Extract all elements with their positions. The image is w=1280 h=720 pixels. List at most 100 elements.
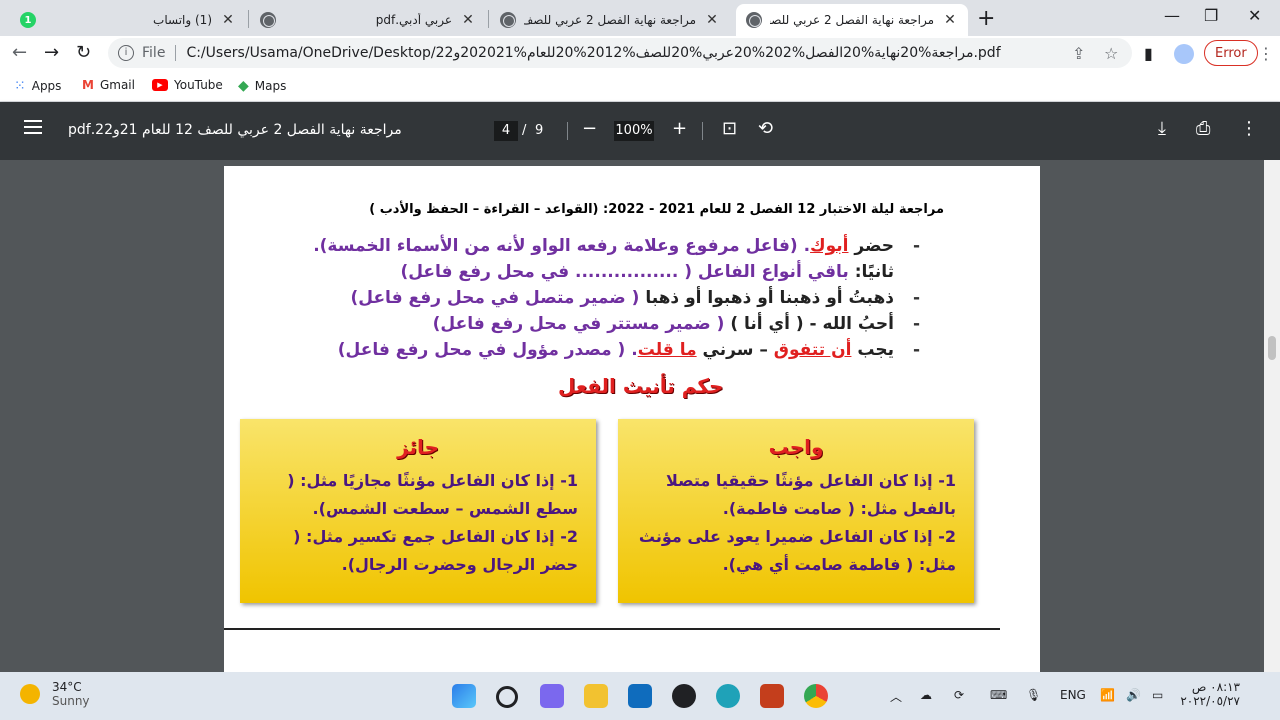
dell-icon[interactable] [672, 684, 696, 708]
weather-temp: 34°C [52, 680, 82, 694]
wifi-icon[interactable]: 📶 [1100, 688, 1115, 702]
taskbar: 34°C Sunny ︿ ☁ ⟳ ⌨ 🎙 ENG 📶 🔊 ▭ ٠٨:١٣ ص ٢… [0, 672, 1280, 720]
close-icon[interactable]: ✕ [704, 12, 720, 28]
clock[interactable]: ٠٨:١٣ ص ٢٠٢٢/٠٥/٢٧ [1180, 680, 1240, 708]
clock-time: ٠٨:١٣ ص [1191, 680, 1240, 694]
chevron-up-icon[interactable]: ︿ [890, 688, 902, 705]
url-text[interactable]: C:/Users/Usama/OneDrive/Desktop/مراجعة%2… [186, 45, 1000, 61]
page-total: 9 [535, 123, 544, 138]
tab-title: مراجعة نهاية الفصل 2 عربي للصف [770, 13, 934, 27]
scheme-label: File [142, 45, 166, 61]
box-item: 2- إذا كان الفاعل جمع تكسير مثل: ( حضر ا… [293, 527, 578, 574]
battery-icon[interactable]: ▭ [1152, 688, 1163, 702]
box-optional: جائز 1- إذا كان الفاعل مؤنثًا مجازيًا مث… [240, 419, 596, 603]
box-item: 1- إذا كان الفاعل مؤنثًا مجازيًا مثل: ( … [287, 471, 578, 518]
doc-line-3: - ذهبتُ أو ذهبنا أو ذهبوا أو ذهبا ( ضمير… [350, 288, 921, 308]
more-options-icon[interactable]: ⋮ [1240, 118, 1258, 139]
gmail-icon: M [82, 78, 94, 92]
file-explorer-icon[interactable] [584, 684, 608, 708]
tab-separator [488, 10, 489, 28]
close-icon[interactable]: ✕ [220, 12, 236, 28]
page-number-input[interactable]: 4 [494, 121, 518, 141]
sun-icon [20, 684, 40, 704]
zoom-input[interactable]: 100% [614, 121, 654, 141]
weather-widget[interactable]: 34°C Sunny [20, 680, 90, 708]
reload-button[interactable]: ↻ [76, 42, 91, 63]
weather-condition: Sunny [52, 694, 90, 708]
powerpoint-icon[interactable] [760, 684, 784, 708]
new-tab-button[interactable]: + [977, 6, 995, 31]
bookmark-label: Maps [254, 79, 287, 93]
box-title: واجب [768, 435, 824, 459]
start-button[interactable] [452, 684, 476, 708]
bookmark-maps[interactable]: ◆ Maps [238, 78, 286, 94]
horizontal-rule [224, 628, 1000, 630]
tab-pdf-2[interactable]: مراجعة نهاية الفصل 2 عربي للصف ✕ [490, 4, 730, 36]
maximize-button[interactable]: ❐ [1204, 6, 1218, 25]
search-icon[interactable] [496, 686, 518, 708]
bookmark-youtube[interactable]: ▶ YouTube [152, 78, 223, 92]
kebab-menu-icon[interactable]: ⋮ [1258, 44, 1274, 63]
divider [175, 45, 177, 61]
forward-button[interactable]: → [44, 42, 59, 63]
error-button[interactable]: Error [1204, 40, 1258, 66]
document-header: مراجعة ليلة الاختبار 12 الفصل 2 للعام 20… [369, 202, 944, 217]
address-bar[interactable]: i File C:/Users/Usama/OneDrive/Desktop/م… [108, 38, 1132, 68]
onedrive-icon[interactable]: ☁ [920, 688, 932, 702]
tab-whatsapp[interactable]: 1 (1) واتساب ✕ [10, 4, 246, 36]
maps-icon: ◆ [238, 78, 249, 94]
close-window-button[interactable]: ✕ [1248, 6, 1261, 25]
chat-icon[interactable] [540, 684, 564, 708]
globe-icon [260, 12, 276, 28]
chrome-icon[interactable] [804, 684, 828, 708]
edge-icon[interactable] [716, 684, 740, 708]
language-indicator[interactable]: ENG [1060, 688, 1086, 702]
scrollbar[interactable] [1264, 160, 1280, 672]
menu-icon[interactable] [24, 120, 42, 138]
tab-title: عربي أدبي.pdf [375, 13, 452, 27]
tab-pdf-active[interactable]: مراجعة نهاية الفصل 2 عربي للصف ✕ [736, 4, 968, 36]
share-icon[interactable]: ⇪ [1072, 44, 1085, 63]
clock-date: ٢٠٢٢/٠٥/٢٧ [1180, 694, 1240, 708]
zoom-out-icon[interactable]: − [582, 118, 597, 139]
sync-icon[interactable]: ⟳ [954, 688, 964, 702]
section-title: حكم تأنيث الفعل [558, 374, 724, 398]
doc-line-2: ثانيًا: باقي أنواع الفاعل ( ............… [400, 262, 894, 282]
doc-line-5: - يجب أن تتفوق – سرني ما قلت. ( مصدر مؤو… [337, 340, 920, 360]
print-icon[interactable]: ⎙ [1196, 118, 1210, 139]
youtube-icon: ▶ [152, 79, 168, 91]
box-item: 2- إذا كان الفاعل ضميرا يعود على مؤنث مث… [638, 527, 956, 574]
browser-toolbar: ← → ↻ i File C:/Users/Usama/OneDrive/Des… [0, 36, 1280, 70]
rotate-icon[interactable]: ⟲ [758, 118, 773, 139]
bookmarks-bar: ⁙ Apps M Gmail ▶ YouTube ◆ Maps [0, 70, 1280, 102]
page-separator: / [522, 123, 527, 138]
bookmark-apps[interactable]: ⁙ Apps [14, 78, 61, 94]
microphone-icon[interactable]: 🎙 [1026, 688, 1041, 702]
close-icon[interactable]: ✕ [460, 12, 476, 28]
tab-title: مراجعة نهاية الفصل 2 عربي للصف [524, 13, 696, 27]
download-icon[interactable]: ⤓ [1158, 118, 1166, 139]
bookmark-label: Apps [31, 79, 62, 93]
back-button[interactable]: ← [12, 42, 27, 63]
zoom-in-icon[interactable]: + [672, 118, 687, 139]
scrollbar-thumb[interactable] [1268, 336, 1276, 360]
whatsapp-icon: 1 [20, 12, 36, 28]
avatar[interactable] [1174, 44, 1194, 64]
bookmark-gmail[interactable]: M Gmail [82, 78, 135, 92]
globe-icon [500, 12, 516, 28]
globe-icon [746, 12, 762, 28]
box-item: 1- إذا كان الفاعل مؤنثًا حقيقيا متصلا با… [665, 471, 956, 518]
pdf-viewer[interactable]: مراجعة ليلة الاختبار 12 الفصل 2 للعام 20… [0, 160, 1280, 672]
info-icon[interactable]: i [118, 45, 134, 61]
close-icon[interactable]: ✕ [942, 12, 958, 28]
bookmark-label: YouTube [174, 78, 223, 92]
minimize-button[interactable]: — [1164, 6, 1180, 25]
fit-page-icon[interactable]: ⊡ [722, 118, 737, 139]
doc-line-1: - حضر أبوك. (فاعل مرفوع وعلامة رفعه الوا… [313, 236, 920, 256]
tab-pdf-3[interactable]: عربي أدبي.pdf ✕ [250, 4, 486, 36]
bookmark-star-icon[interactable]: ☆ [1104, 44, 1118, 63]
keyboard-icon[interactable]: ⌨ [990, 688, 1007, 702]
volume-icon[interactable]: 🔊 [1126, 688, 1141, 702]
mail-icon[interactable] [628, 684, 652, 708]
side-panel-icon[interactable]: ▮ [1144, 44, 1153, 63]
